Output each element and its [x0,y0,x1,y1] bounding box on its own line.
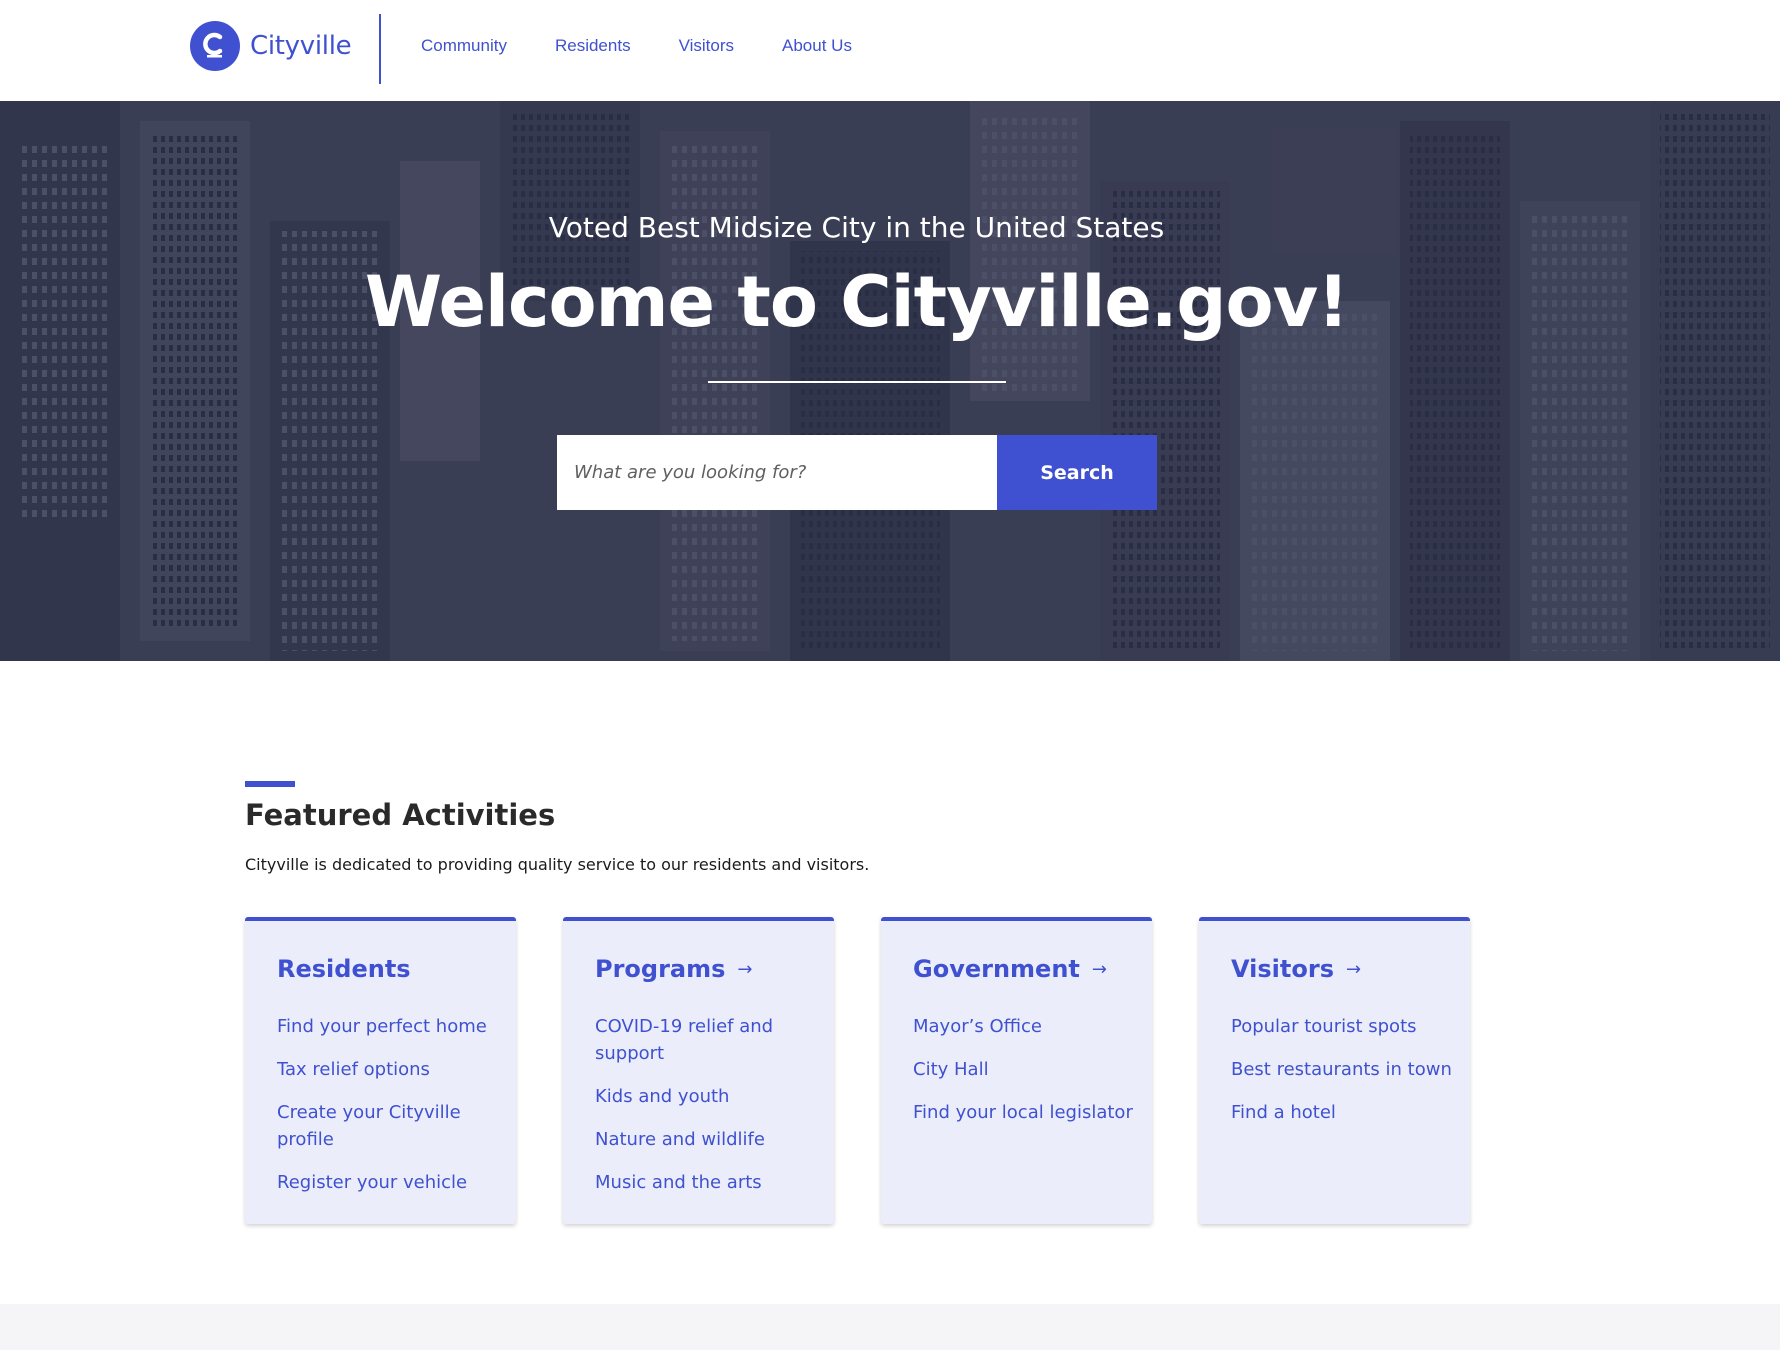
main-nav: Community Residents Visitors About Us [421,36,900,56]
nav-about-us[interactable]: About Us [782,36,852,56]
card-links: Mayor’s Office City Hall Find your local… [913,1013,1138,1142]
hero-divider [708,381,1006,383]
card-link[interactable]: Kids and youth [595,1083,820,1110]
card-link[interactable]: Tax relief options [277,1056,502,1083]
search-button[interactable]: Search [997,435,1157,510]
card-residents: Residents Find your perfect home Tax rel… [245,917,516,1224]
card-title-label: Visitors [1231,955,1334,983]
card-title-government[interactable]: Government → [913,955,1107,983]
arrow-right-icon: → [737,958,753,980]
card-link[interactable]: COVID-19 relief and support [595,1013,820,1067]
card-link[interactable]: Best restaurants in town [1231,1056,1456,1083]
featured-description: Cityville is dedicated to providing qual… [245,855,870,874]
card-link[interactable]: Find your perfect home [277,1013,502,1040]
section-accent-bar [245,781,295,787]
featured-title: Featured Activities [245,798,556,832]
card-title-label: Residents [277,955,411,983]
header-divider [379,14,381,84]
card-link[interactable]: Popular tourist spots [1231,1013,1456,1040]
card-links: Popular tourist spots Best restaurants i… [1231,1013,1456,1142]
search-input[interactable] [557,435,997,510]
card-link[interactable]: Music and the arts [595,1169,820,1196]
card-link[interactable]: Find a hotel [1231,1099,1456,1126]
hero-subtitle: Voted Best Midsize City in the United St… [548,211,1165,244]
card-government: Government → Mayor’s Office City Hall Fi… [881,917,1152,1224]
nav-residents[interactable]: Residents [555,36,631,56]
hero-banner: Voted Best Midsize City in the United St… [0,101,1780,661]
nav-community[interactable]: Community [421,36,507,56]
site-logo[interactable]: Cityville [190,21,352,71]
card-link[interactable]: City Hall [913,1056,1138,1083]
card-title-label: Government [913,955,1080,983]
logo-text: Cityville [250,31,352,61]
arrow-right-icon: → [1345,958,1362,980]
card-link[interactable]: Register your vehicle [277,1169,502,1196]
card-title-residents[interactable]: Residents [277,955,411,983]
logo-icon [190,21,240,71]
card-link[interactable]: Nature and wildlife [595,1126,820,1153]
nav-visitors[interactable]: Visitors [679,36,734,56]
card-title-programs[interactable]: Programs → [595,955,753,983]
card-title-label: Programs [595,955,726,983]
card-link[interactable]: Find your local legislator [913,1099,1138,1126]
hero-title: Welcome to Cityville.gov! [364,261,1349,343]
arrow-right-icon: → [1091,958,1107,980]
site-header: Cityville Community Residents Visitors A… [0,0,1780,101]
card-link[interactable]: Create your Cityville profile [277,1099,502,1153]
card-links: Find your perfect home Tax relief option… [277,1013,502,1212]
card-links: COVID-19 relief and support Kids and you… [595,1013,820,1212]
card-link[interactable]: Mayor’s Office [913,1013,1138,1040]
card-programs: Programs → COVID-19 relief and support K… [563,917,834,1224]
card-visitors: Visitors → Popular tourist spots Best re… [1199,917,1470,1224]
card-title-visitors[interactable]: Visitors → [1231,955,1361,983]
footer-band [0,1304,1780,1350]
